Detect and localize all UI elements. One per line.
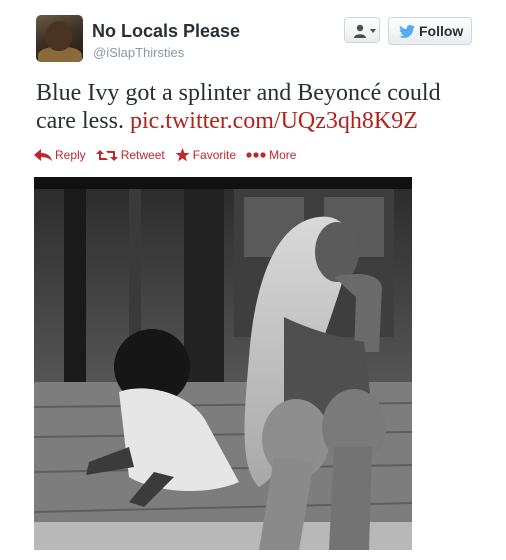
photo-illustration [34,177,412,550]
tweet-media-link[interactable]: pic.twitter.com/UQz3qh8K9Z [130,108,418,134]
reply-label: Reply [55,148,86,162]
chevron-down-icon [370,29,376,33]
retweet-action[interactable]: Retweet [95,148,165,162]
user-icon [354,24,366,38]
reply-action[interactable]: Reply [34,148,86,162]
user-actions-dropdown[interactable] [344,17,380,43]
favorite-action[interactable]: Favorite [175,148,236,162]
twitter-bird-icon [399,25,415,38]
more-dots-icon [246,152,266,158]
avatar[interactable] [36,15,83,62]
tweet-actions: Reply Retweet Favorite More [34,146,306,164]
username-handle[interactable]: @iSlapThirsties [93,45,184,60]
display-name[interactable]: No Locals Please [92,21,240,42]
tweet-header: No Locals Please @iSlapThirsties Follow [0,0,506,75]
follow-label: Follow [419,23,464,39]
tweet-text: Blue Ivy got a splinter and Beyoncé coul… [36,79,466,135]
more-label: More [269,148,297,162]
retweet-label: Retweet [120,148,165,162]
reply-icon [34,149,52,161]
tweet-photo[interactable] [34,177,412,550]
avatar-face [46,21,72,51]
retweet-icon [95,149,118,161]
star-icon [175,148,190,162]
more-action[interactable]: More [246,148,296,162]
favorite-label: Favorite [192,148,237,162]
follow-button[interactable]: Follow [388,17,472,45]
